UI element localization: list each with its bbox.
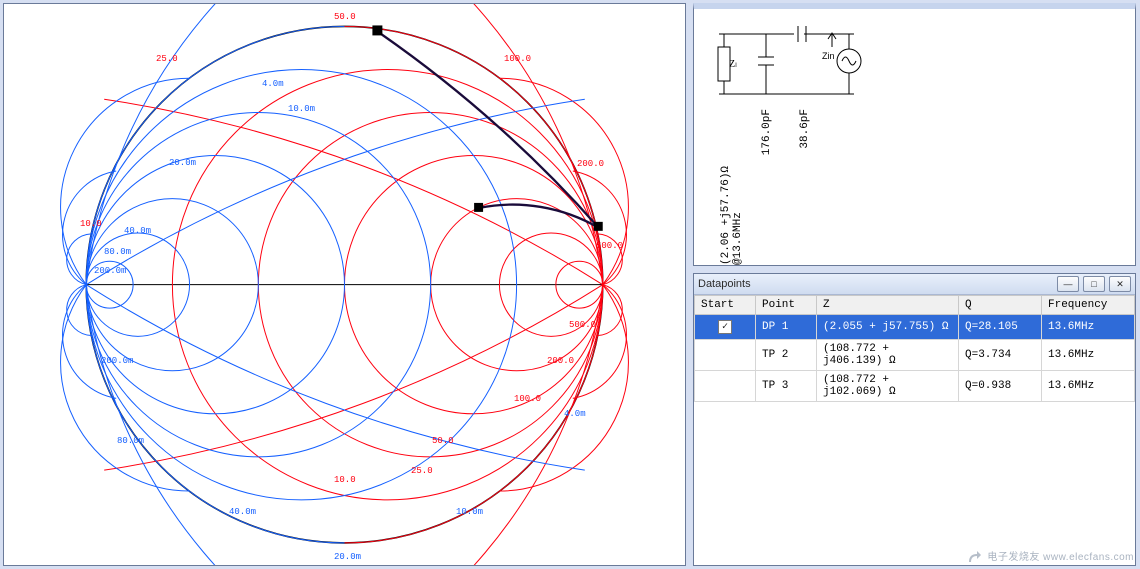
label-g80-l: 80.0m	[104, 247, 131, 257]
datapoints-panel: Datapoints ― □ ✕ Start Point Z Q Frequen…	[693, 273, 1136, 566]
label-g10m-br: 10.0m	[456, 507, 483, 517]
label-g4-ul: 4.0m	[262, 79, 284, 89]
label-g200m-bl: 200.0m	[101, 356, 133, 366]
logo-icon	[966, 549, 982, 565]
schem-seriesc-value: 38.6pF	[799, 109, 811, 149]
start-checkbox[interactable]: ✓	[718, 320, 732, 334]
label-r25-br: 25.0	[411, 466, 433, 476]
col-start[interactable]: Start	[695, 296, 756, 315]
label-g-bottom: 20.0m	[334, 552, 361, 562]
cell-z: (108.772 + j102.069) Ω	[817, 371, 959, 402]
schem-load-value: (2.06 +j57.76)Ω @13.6MHz	[720, 109, 744, 265]
label-r200-br: 200.0	[547, 356, 574, 366]
cell-q: Q=0.938	[959, 371, 1042, 402]
minimize-button[interactable]: ―	[1057, 276, 1079, 292]
datapoints-title: Datapoints	[698, 278, 751, 290]
label-g20-ul: 20.0m	[169, 158, 196, 168]
svg-text:Zin: Zin	[822, 51, 835, 61]
table-row[interactable]: ✓ DP 1 (2.055 + j57.755) Ω Q=28.105 13.6…	[695, 315, 1135, 340]
datapoints-table[interactable]: Start Point Z Q Frequency ✓ DP 1 (2.055 …	[694, 295, 1135, 402]
col-z[interactable]: Z	[817, 296, 959, 315]
cell-q: Q=3.734	[959, 340, 1042, 371]
cell-point: DP 1	[756, 315, 817, 340]
cell-point: TP 2	[756, 340, 817, 371]
label-r100-ur: 100.0	[504, 54, 531, 64]
label-g80m-bl: 80.0m	[117, 436, 144, 446]
watermark: 电子发烧友 www.elecfans.com	[966, 548, 1134, 565]
label-g40-l: 40.0m	[124, 226, 151, 236]
col-point[interactable]: Point	[756, 296, 817, 315]
cell-freq: 13.6MHz	[1042, 340, 1135, 371]
schem-shuntc-value: 176.0pF	[761, 109, 773, 155]
close-button[interactable]: ✕	[1109, 276, 1131, 292]
cell-z: (108.772 + j406.139) Ω	[817, 340, 959, 371]
label-r25-ul: 25.0	[156, 54, 178, 64]
cell-point: TP 3	[756, 371, 817, 402]
label-r500-br: 500.0	[569, 320, 596, 330]
label-r10-b: 10.0	[334, 475, 356, 485]
svg-text:Zₗ: Zₗ	[729, 59, 737, 70]
schematic-panel: Zₗ Zin (2.06 +j57.76)Ω @13.6MHz 176.0pF …	[693, 3, 1136, 266]
cell-z: (2.055 + j57.755) Ω	[817, 315, 959, 340]
smith-chart: 50.0 25.0 100.0 10.0 200.0 500.0 4.0m 10…	[4, 4, 685, 565]
table-row[interactable]: TP 2 (108.772 + j406.139) Ω Q=3.734 13.6…	[695, 340, 1135, 371]
table-row[interactable]: TP 3 (108.772 + j102.069) Ω Q=0.938 13.6…	[695, 371, 1135, 402]
col-freq[interactable]: Frequency	[1042, 296, 1135, 315]
label-g10-ul: 10.0m	[288, 104, 315, 114]
label-g4m-br: 4.0m	[564, 409, 586, 419]
cell-freq: 13.6MHz	[1042, 371, 1135, 402]
label-r500-r: 500.0	[596, 241, 623, 251]
label-r50-br: 50.0	[432, 436, 454, 446]
label-g40m-bl: 40.0m	[229, 507, 256, 517]
label-r200-r: 200.0	[577, 159, 604, 169]
label-g200-l: 200.0m	[94, 266, 126, 276]
label-r-top: 50.0	[334, 12, 356, 22]
smith-chart-panel: 50.0 25.0 100.0 10.0 200.0 500.0 4.0m 10…	[3, 3, 686, 566]
label-r100-br: 100.0	[514, 394, 541, 404]
col-q[interactable]: Q	[959, 296, 1042, 315]
datapoints-titlebar: Datapoints ― □ ✕	[694, 274, 1135, 295]
schematic-svg: Zₗ Zin	[704, 19, 904, 109]
maximize-button[interactable]: □	[1083, 276, 1105, 292]
cell-freq: 13.6MHz	[1042, 315, 1135, 340]
label-r10-l: 10.0	[80, 219, 102, 229]
table-header-row: Start Point Z Q Frequency	[695, 296, 1135, 315]
cell-q: Q=28.105	[959, 315, 1042, 340]
